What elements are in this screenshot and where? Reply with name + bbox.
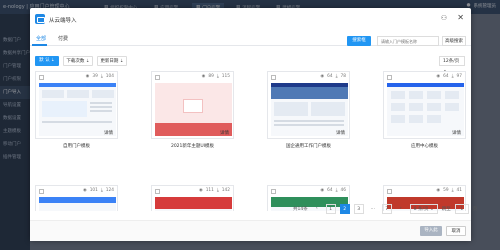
- template-name: 自用门户模板: [63, 144, 90, 149]
- card-stats: ◉ 39 ⤓ 104: [85, 74, 114, 79]
- template-card[interactable]: ◉ 111 ⤓ 142: [151, 185, 234, 211]
- prev-page-button[interactable]: ‹: [312, 204, 322, 214]
- page-size-dropdown[interactable]: 8 条/页 ⌄: [409, 204, 438, 214]
- template-grid: ◉ 39 ⤓ 104 详情 自用门户模板 ◉ 89 ⤓ 115 详情 2021新…: [35, 71, 466, 211]
- eye-icon: ◉: [85, 74, 90, 79]
- page-button-current[interactable]: 2: [339, 204, 350, 214]
- page-ellipsis[interactable]: ...: [368, 204, 378, 214]
- detail-link[interactable]: 详情: [220, 130, 229, 136]
- sort-default-button[interactable]: 默 认 ⇣: [35, 56, 59, 66]
- card-checkbox[interactable]: [155, 75, 160, 80]
- eye-icon: ◉: [198, 188, 203, 193]
- card-checkbox[interactable]: [387, 75, 392, 80]
- template-thumbnail: [39, 83, 116, 136]
- eye-icon: ◉: [82, 188, 87, 193]
- total-count: 共14条: [293, 207, 308, 212]
- template-thumbnail: [39, 197, 116, 211]
- eye-icon: ◉: [320, 74, 325, 79]
- eye-icon: ◉: [436, 188, 441, 193]
- jump-label: 跳至: [441, 207, 451, 212]
- tab-paid[interactable]: 付费: [58, 35, 68, 42]
- modal-title: 从云端导入: [49, 18, 77, 24]
- download-icon: ⤓: [100, 188, 103, 193]
- card-stats: ◉ 64 ⤓ 97: [436, 74, 462, 79]
- card-checkbox[interactable]: [155, 189, 160, 194]
- sort-arrow-icon: ⇣: [119, 59, 124, 64]
- card-stats: ◉ 111 ⤓ 142: [198, 188, 230, 193]
- modal-header: 从云端导入 ⚇ ✕: [30, 8, 471, 32]
- cloud-import-icon: [35, 14, 45, 24]
- eye-icon: ◉: [436, 74, 441, 79]
- template-thumbnail: [155, 83, 232, 136]
- sort-updated-button[interactable]: 更新日期 ⇣: [97, 56, 127, 66]
- template-thumbnail: [271, 83, 348, 136]
- template-name: 2021新年主题UI模板: [170, 144, 215, 149]
- page-button[interactable]: 7: [381, 204, 392, 214]
- card-checkbox[interactable]: [271, 189, 276, 194]
- detail-link[interactable]: 详情: [336, 130, 345, 136]
- template-card[interactable]: ◉ 101 ⤓ 124: [35, 185, 118, 211]
- modal-footer: 导入此 取消: [30, 220, 471, 241]
- page-size-select[interactable]: 12条/页 ⌄: [439, 56, 465, 73]
- card-checkbox[interactable]: [39, 75, 44, 80]
- template-thumbnail: [155, 197, 232, 211]
- page-button[interactable]: 3: [353, 204, 364, 214]
- card-stats: ◉ 64 ⤓ 46: [320, 188, 346, 193]
- download-icon: ⤓: [335, 188, 338, 193]
- card-stats: ◉ 59 ⤓ 41: [436, 188, 462, 193]
- sort-arrow-icon: ⇣: [85, 59, 90, 64]
- download-icon: ⤓: [335, 74, 338, 79]
- eye-icon: ◉: [320, 188, 325, 193]
- template-card[interactable]: ◉ 39 ⤓ 104 详情: [35, 71, 118, 139]
- eye-icon: ◉: [201, 74, 206, 79]
- template-thumbnail: [387, 83, 464, 136]
- pagination: 共14条 ‹ 1 2 3 ... 7 › 8 条/页 ⌄ 跳至 1 页: [293, 203, 477, 215]
- template-card[interactable]: ◉ 89 ⤓ 115 详情: [151, 71, 234, 139]
- card-checkbox[interactable]: [387, 189, 392, 194]
- download-icon: ⤓: [451, 74, 454, 79]
- detail-link[interactable]: 详情: [452, 130, 461, 136]
- sort-arrow-icon: ⇣: [51, 58, 55, 63]
- import-button[interactable]: 导入此: [420, 226, 442, 236]
- template-card[interactable]: ◉ 64 ⤓ 78 详情: [267, 71, 350, 139]
- cancel-button[interactable]: 取消: [446, 226, 466, 236]
- detail-link[interactable]: 详情: [104, 130, 113, 136]
- download-icon: ⤓: [100, 74, 103, 79]
- card-checkbox[interactable]: [271, 75, 276, 80]
- active-tab-indicator: [32, 44, 47, 46]
- download-icon: ⤓: [451, 188, 454, 193]
- chevron-down-icon: ⌄: [429, 207, 434, 212]
- download-icon: ⤓: [216, 188, 219, 193]
- card-checkbox[interactable]: [39, 189, 44, 194]
- advanced-search-button[interactable]: 高级搜索: [442, 36, 466, 46]
- search-input[interactable]: [377, 36, 439, 46]
- download-icon: ⤓: [216, 74, 219, 79]
- close-icon[interactable]: ✕: [457, 13, 464, 22]
- card-stats: ◉ 64 ⤓ 78: [320, 74, 346, 79]
- page-button[interactable]: 1: [325, 204, 336, 214]
- sort-downloads-button[interactable]: 下载次数 ⇣: [63, 56, 93, 66]
- template-name: 应用中心模板: [411, 144, 438, 149]
- next-page-button[interactable]: ›: [396, 204, 406, 214]
- tab-all[interactable]: 全部: [36, 35, 46, 42]
- import-modal: 从云端导入 ⚇ ✕ 全部 付费 搜索框 高级搜索 默 认 ⇣ 下载次数 ⇣ 更新…: [30, 8, 477, 241]
- template-name: 国企通用工作门户模板: [286, 144, 331, 149]
- sort-toolbar: 默 认 ⇣ 下载次数 ⇣ 更新日期 ⇣ 12条/页 ⌄: [30, 53, 471, 73]
- search-button[interactable]: 搜索框: [347, 36, 371, 46]
- card-stats: ◉ 101 ⤓ 124: [82, 188, 114, 193]
- jump-input[interactable]: 1: [454, 204, 469, 214]
- user-icon[interactable]: ⚇: [441, 14, 447, 22]
- page-unit-label: 页: [472, 207, 478, 212]
- template-card[interactable]: ◉ 64 ⤓ 97 详情: [383, 71, 466, 139]
- card-stats: ◉ 89 ⤓ 115: [201, 74, 230, 79]
